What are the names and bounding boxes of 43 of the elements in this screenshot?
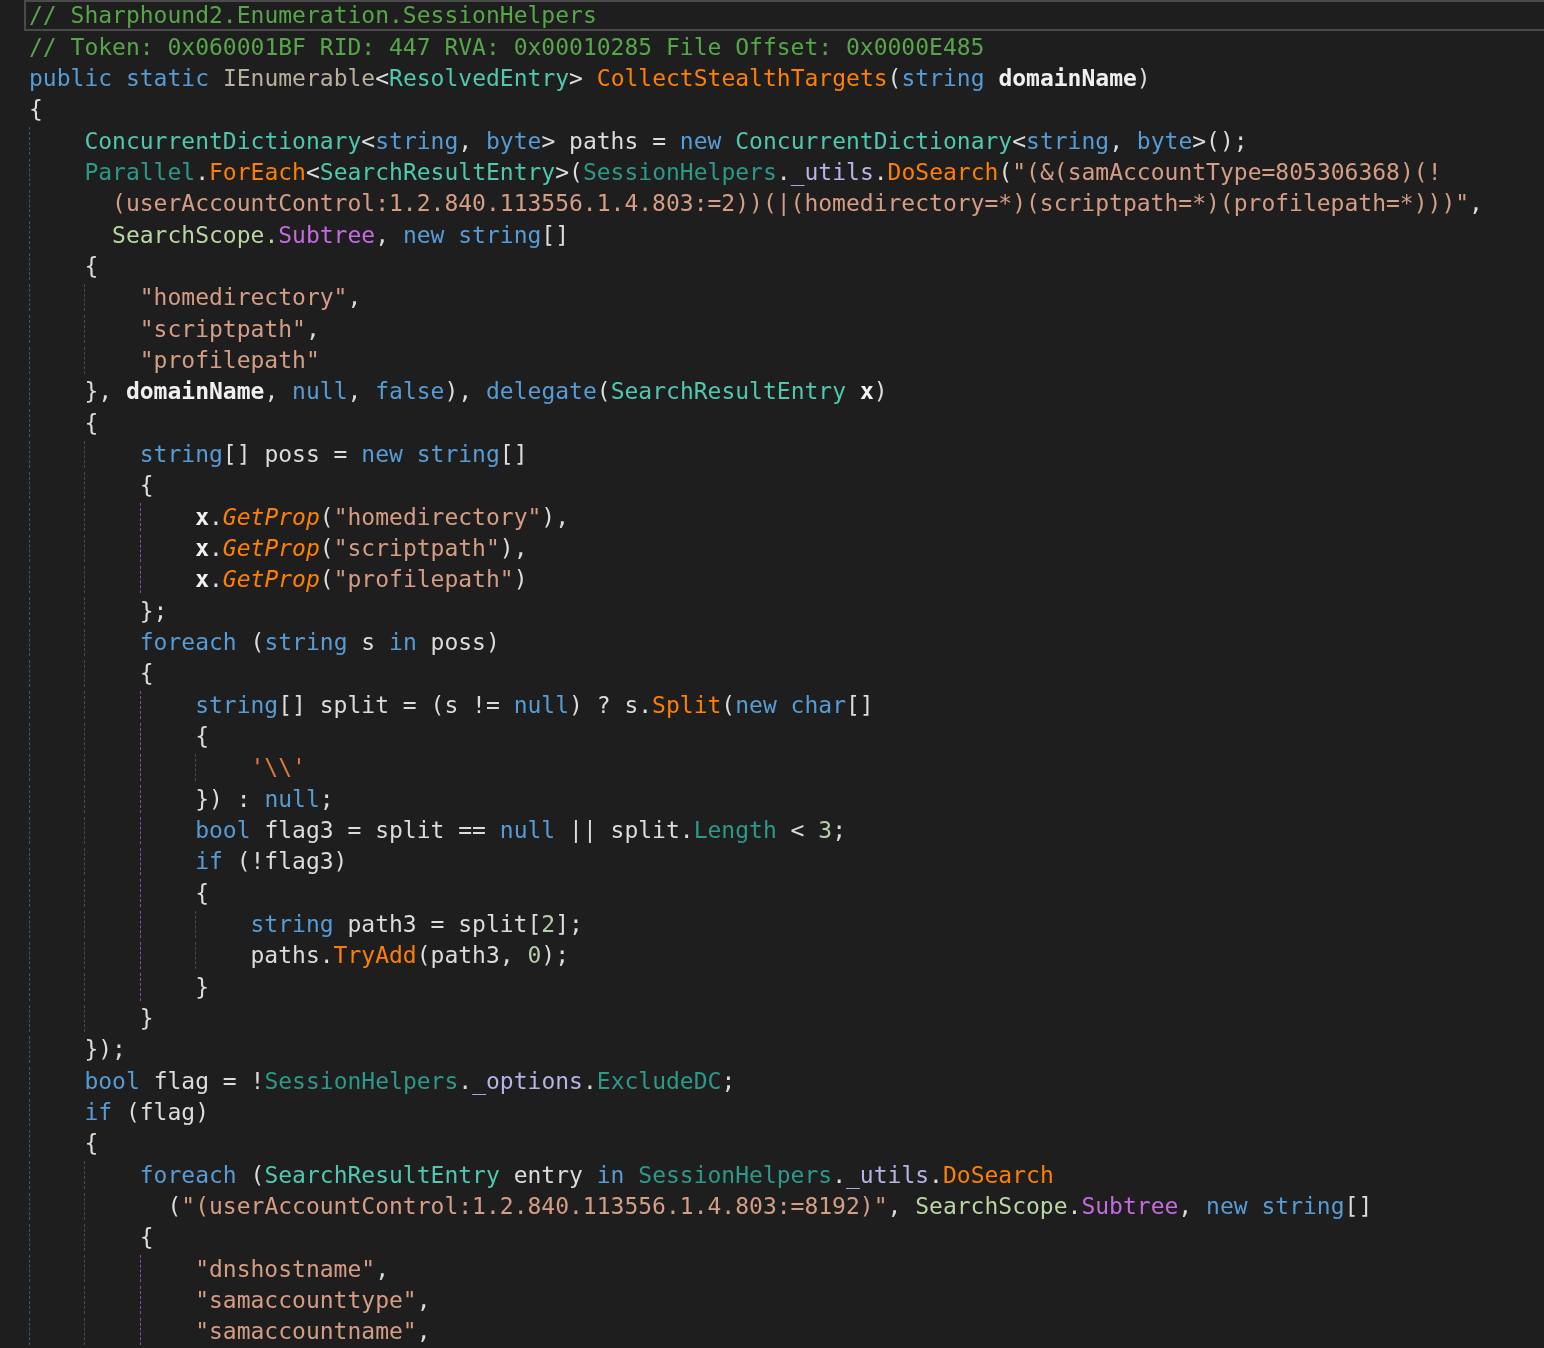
code-line: foreach (string s in poss) [24, 626, 1544, 658]
code-line: "samaccounttype", [24, 1284, 1544, 1316]
code-line: Parallel.ForEach<SearchResultEntry>(SessionHelpers._utils.DoSearch("(&(samAccountType=805306368)(! [24, 156, 1544, 188]
code-line: '\\' [24, 751, 1544, 784]
code-line: "samaccountname", [24, 1315, 1544, 1348]
code-line: "profilepath" [24, 344, 1544, 377]
code-line: }) : null; [24, 783, 1544, 815]
code-line: { [24, 658, 1544, 690]
code-line: foreach (SearchResultEntry entry in SessionHelpers._utils.DoSearch [24, 1159, 1544, 1191]
code-line: bool flag3 = split == null || split.Length < 3; [24, 814, 1544, 846]
code-line: "scriptpath", [24, 313, 1544, 345]
code-line: x.GetProp("homedirectory"), [24, 501, 1544, 533]
code-line: string path3 = split[2]; [24, 908, 1544, 940]
code-line: { [24, 407, 1544, 439]
code-line: ConcurrentDictionary<string, byte> paths = new ConcurrentDictionary<string, byte>(); [24, 125, 1544, 157]
code-line: if (!flag3) [24, 845, 1544, 878]
code-line: { [24, 877, 1544, 909]
code-line: x.GetProp("scriptpath"), [24, 532, 1544, 564]
code-line: string[] split = (s != null) ? s.Split(new char[] [24, 689, 1544, 721]
code-line: { [24, 470, 1544, 502]
code-line: SearchScope.Subtree, new string[] [24, 219, 1544, 251]
code-line: { [24, 1221, 1544, 1254]
code-line: } [24, 971, 1544, 1003]
code-line: { [24, 720, 1544, 752]
code-line: }, domainName, null, false), delegate(SearchResultEntry x) [24, 376, 1544, 408]
code-line: } [24, 1002, 1544, 1034]
code-line: bool flag = !SessionHelpers._options.ExcludeDC; [24, 1065, 1544, 1097]
code-line: (userAccountControl:1.2.840.113556.1.4.803:=2))(|(homedirectory=*)(scriptpath=*)(profilepath=*)))", [24, 188, 1544, 220]
code-line: paths.TryAdd(path3, 0); [24, 939, 1544, 972]
code-line: // Token: 0x060001BF RID: 447 RVA: 0x00010285 File Offset: 0x0000E485 [28, 32, 986, 62]
code-line: }; [24, 595, 1544, 627]
code-line: x.GetProp("profilepath") [24, 564, 1544, 596]
code-line: "homedirectory", [24, 282, 1544, 314]
code-line: { [24, 250, 1544, 282]
code-line: { [28, 95, 44, 125]
code-line: "dnshostname", [24, 1253, 1544, 1285]
code-line: { [24, 1127, 1544, 1160]
code-line: string[] poss = new string[] [24, 438, 1544, 470]
code-line: ("(userAccountControl:1.2.840.113556.1.4.803:=8192)", SearchScope.Subtree, new string[] [24, 1190, 1544, 1222]
code-line: // Sharphound2.Enumeration.SessionHelpers [24, 0, 1544, 32]
code-line: if (flag) [24, 1096, 1544, 1128]
code-line: public static IEnumerable<ResolvedEntry> CollectStealthTargets(string domainName) [28, 64, 1152, 94]
code-line: }); [24, 1033, 1544, 1066]
